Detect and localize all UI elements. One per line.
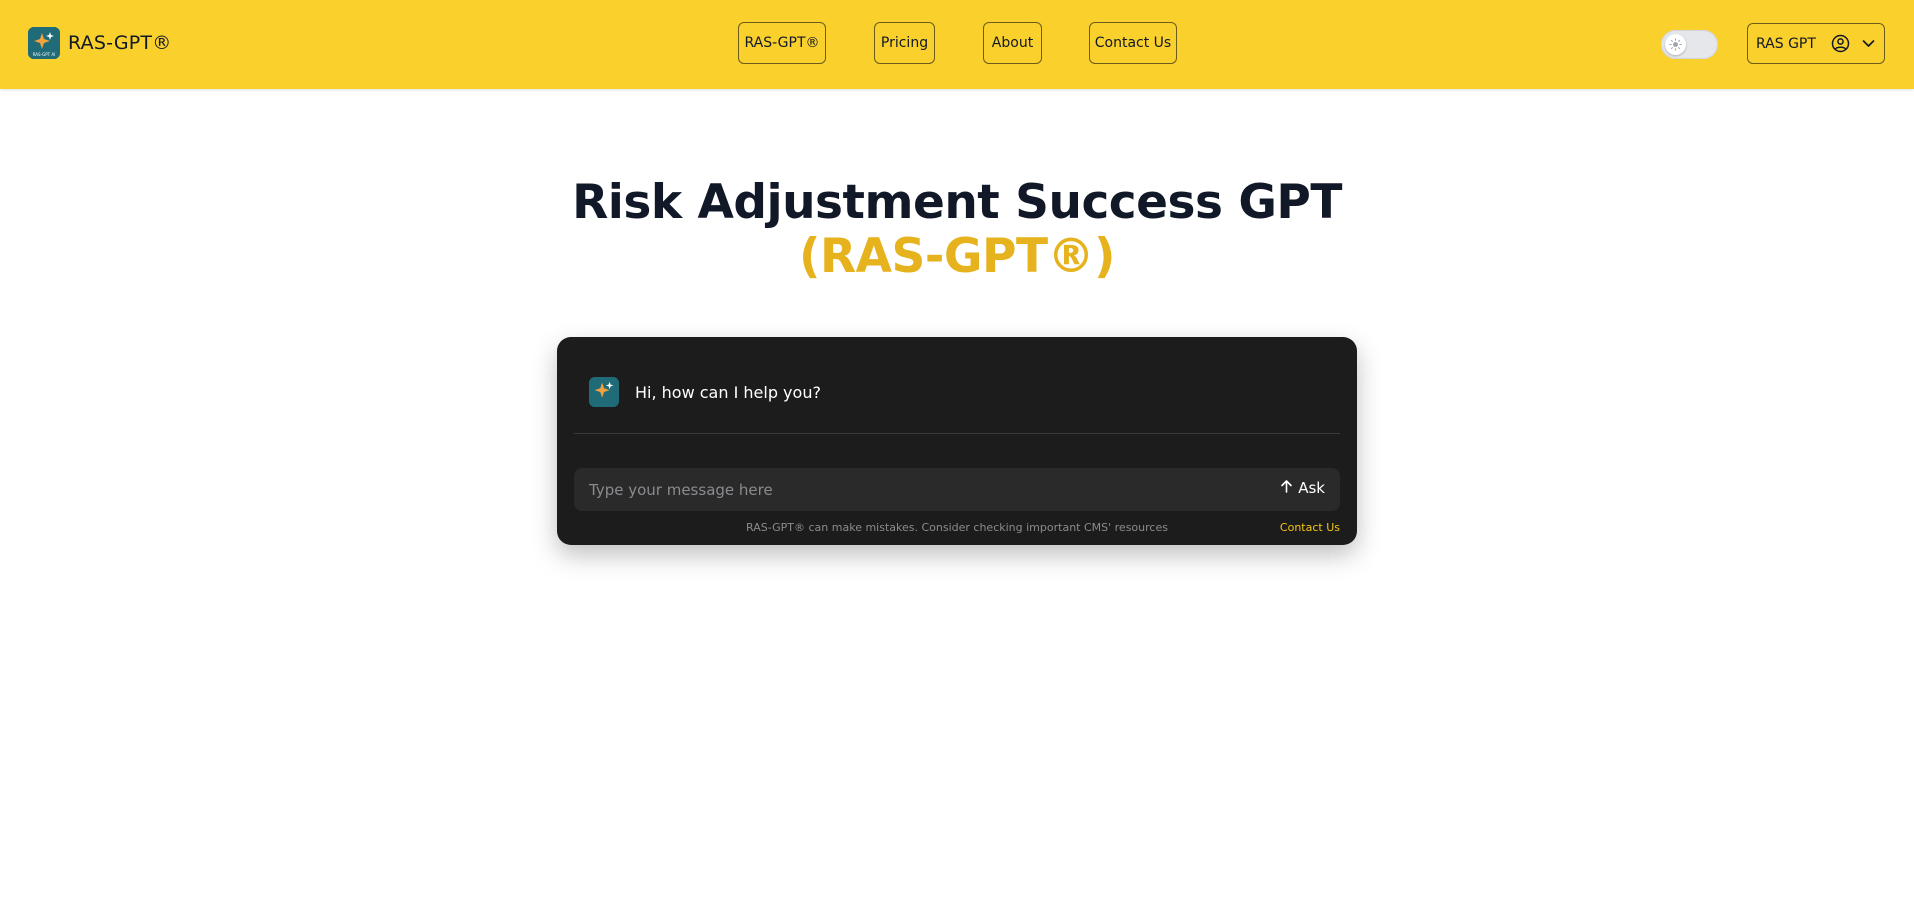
user-menu-button[interactable]: RAS GPT	[1747, 23, 1885, 64]
disclaimer-text: RAS-GPT® can make mistakes. Consider che…	[746, 521, 1168, 534]
nav-pricing[interactable]: Pricing	[874, 22, 935, 64]
message-input-wrapper: Ask	[574, 468, 1340, 511]
sun-icon	[1665, 34, 1686, 55]
hero: Risk Adjustment Success GPT (RAS-GPT®)	[0, 175, 1914, 283]
user-circle-icon	[1831, 34, 1850, 57]
page-subtitle: (RAS-GPT®)	[799, 229, 1115, 284]
divider	[574, 433, 1340, 434]
contact-us-link[interactable]: Contact Us	[1280, 521, 1340, 534]
arrow-up-icon	[1280, 479, 1293, 497]
ask-button[interactable]: Ask	[1280, 479, 1325, 497]
chat-card: Hi, how can I help you? Ask RAS-GPT® can…	[557, 337, 1357, 545]
app-logo-icon: RAS-GPT AI	[28, 27, 60, 59]
logo-caption: RAS-GPT AI	[33, 52, 56, 57]
nav-ras-gpt[interactable]: RAS-GPT®	[738, 22, 826, 64]
nav-contact-us[interactable]: Contact Us	[1089, 22, 1177, 64]
user-menu-label: RAS GPT	[1756, 35, 1816, 52]
chevron-down-icon	[1861, 36, 1876, 55]
brand[interactable]: RAS-GPT AI RAS-GPT®	[28, 27, 171, 59]
top-header: RAS-GPT AI RAS-GPT® RAS-GPT® Pricing Abo…	[0, 0, 1914, 89]
theme-toggle[interactable]	[1661, 30, 1718, 59]
message-input[interactable]	[574, 468, 1254, 511]
page-title: Risk Adjustment Success GPT	[572, 175, 1342, 230]
brand-name: RAS-GPT®	[68, 32, 172, 54]
bot-avatar-icon	[589, 377, 619, 407]
nav-about[interactable]: About	[983, 22, 1042, 64]
ask-label: Ask	[1298, 479, 1325, 497]
bot-greeting: Hi, how can I help you?	[635, 382, 821, 402]
bot-message-row: Hi, how can I help you?	[589, 377, 821, 407]
